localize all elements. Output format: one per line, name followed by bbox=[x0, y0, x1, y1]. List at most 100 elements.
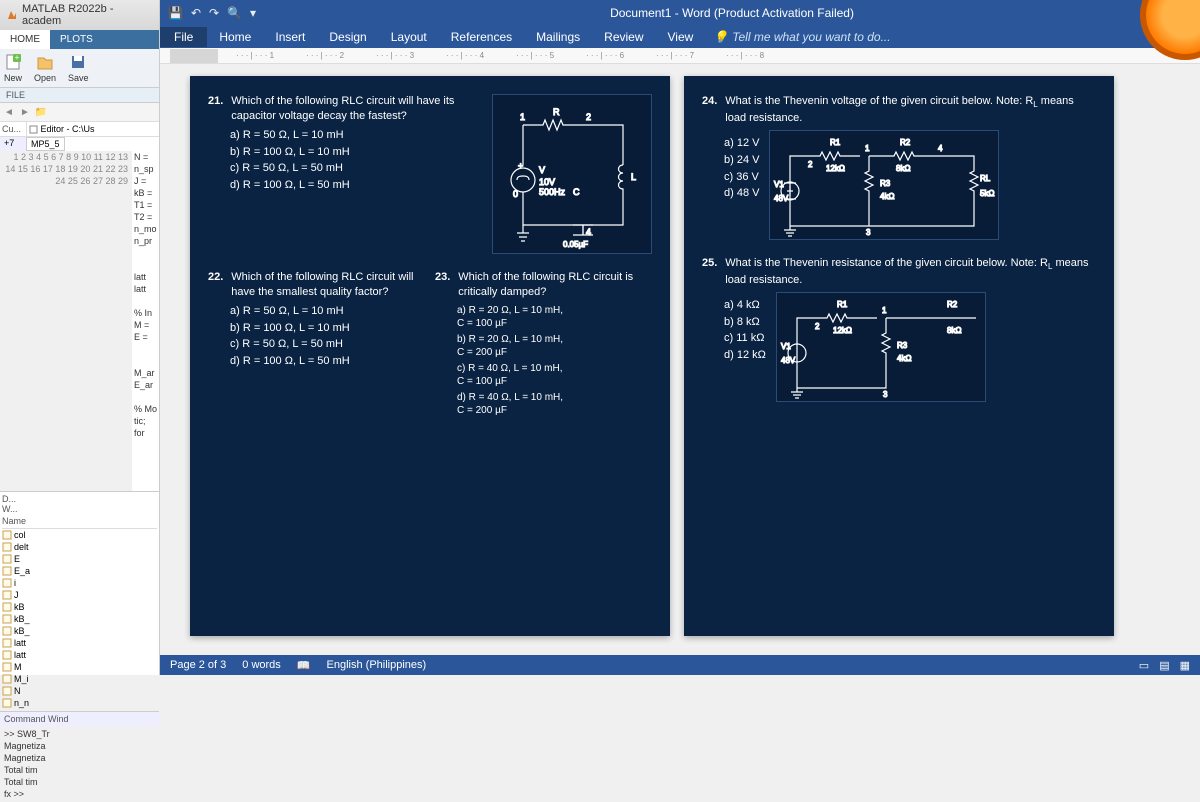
q21-num: 21. bbox=[208, 94, 223, 124]
ws-var[interactable]: E_a bbox=[2, 565, 157, 577]
matlab-window: MATLAB R2022b - academ HOME PLOTS +New O… bbox=[0, 0, 160, 675]
svg-text:R3: R3 bbox=[897, 341, 908, 350]
svg-text:1: 1 bbox=[865, 144, 870, 153]
q24-opt-b: b) 24 V bbox=[724, 153, 759, 168]
ws-var[interactable]: kB_ bbox=[2, 625, 157, 637]
tab-layout[interactable]: Layout bbox=[379, 27, 439, 47]
q23-opt-b: b) R = 20 Ω, L = 10 mH, C = 200 µF bbox=[457, 333, 652, 360]
tab-plots[interactable]: PLOTS bbox=[50, 30, 103, 49]
file-menu[interactable]: File bbox=[160, 27, 207, 47]
q23-opt-c: c) R = 40 Ω, L = 10 mH, C = 100 µF bbox=[457, 362, 652, 389]
status-bar: Page 2 of 3 0 words 📖 English (Philippin… bbox=[160, 655, 1200, 675]
question-21: 21. Which of the following RLC circuit wi… bbox=[208, 94, 652, 254]
qat-redo-icon[interactable]: ↷ bbox=[209, 6, 219, 20]
q24-opt-a: a) 12 V bbox=[724, 136, 759, 151]
fwd-icon[interactable]: ► bbox=[18, 105, 32, 119]
qat-preview-icon[interactable]: 🔍 bbox=[227, 6, 242, 20]
matlab-title-text: MATLAB R2022b - academ bbox=[22, 3, 153, 27]
document-area[interactable]: 21. Which of the following RLC circuit wi… bbox=[160, 64, 1200, 655]
tab-design[interactable]: Design bbox=[317, 27, 378, 47]
command-window[interactable]: Command Wind >> SW8_TrMagnetizaMagnetiza… bbox=[0, 711, 159, 802]
svg-text:12kΩ: 12kΩ bbox=[826, 164, 845, 173]
status-words[interactable]: 0 words bbox=[242, 659, 281, 671]
back-icon[interactable]: ◄ bbox=[2, 105, 16, 119]
qat-save-icon[interactable]: 💾 bbox=[168, 6, 183, 20]
q25-opt-d: d) 12 kΩ bbox=[724, 348, 766, 363]
q25-circuit: R1 12kΩ 1 R2 8kΩ R3 4kΩ bbox=[776, 292, 986, 402]
view-web-icon[interactable]: ▦ bbox=[1180, 659, 1190, 672]
w-panel[interactable]: W... bbox=[2, 504, 157, 514]
ws-var[interactable]: latt bbox=[2, 637, 157, 649]
q24-opt-c: c) 36 V bbox=[724, 170, 759, 185]
doc-icon bbox=[29, 125, 38, 134]
q25-opt-b: b) 8 kΩ bbox=[724, 315, 766, 330]
svg-text:R2: R2 bbox=[900, 138, 911, 147]
editor-area[interactable]: 1 2 3 4 5 6 7 8 9 10 11 12 13 14 15 16 1… bbox=[0, 151, 159, 491]
tab-home-word[interactable]: Home bbox=[207, 27, 263, 47]
svg-text:2: 2 bbox=[815, 322, 820, 331]
tab-home[interactable]: HOME bbox=[0, 30, 50, 49]
matlab-logo-icon bbox=[6, 9, 18, 21]
svg-text:RL: RL bbox=[980, 174, 991, 183]
svg-text:C: C bbox=[573, 187, 580, 197]
status-page[interactable]: Page 2 of 3 bbox=[170, 659, 226, 671]
ruler[interactable]: · · · | · · · 1· · · | · · · 2· · · | · … bbox=[160, 48, 1200, 64]
editor-plus: +7 bbox=[0, 137, 26, 151]
tab-mailings[interactable]: Mailings bbox=[524, 27, 592, 47]
status-lang[interactable]: English (Philippines) bbox=[327, 659, 427, 671]
tab-references[interactable]: References bbox=[439, 27, 524, 47]
ws-var[interactable]: n_n bbox=[2, 697, 157, 709]
tab-insert[interactable]: Insert bbox=[263, 27, 317, 47]
ws-var[interactable]: kB bbox=[2, 601, 157, 613]
quick-access-toolbar: 💾 ↶ ↷ 🔍 ▾ bbox=[160, 6, 264, 20]
qat-more-icon[interactable]: ▾ bbox=[250, 6, 256, 20]
svg-text:2: 2 bbox=[586, 112, 591, 122]
svg-text:4: 4 bbox=[938, 144, 943, 153]
ws-var[interactable]: col bbox=[2, 529, 157, 541]
svg-text:3: 3 bbox=[883, 390, 888, 399]
ws-var[interactable]: i bbox=[2, 577, 157, 589]
ws-var[interactable]: delt bbox=[2, 541, 157, 553]
cmd-title: Command Wind bbox=[0, 712, 159, 726]
q21-stem: Which of the following RLC circuit will … bbox=[231, 94, 482, 124]
q24-num: 24. bbox=[702, 94, 717, 126]
workspace-panel: D... W... Name coldeltEE_aiJkBkB_kB_latt… bbox=[0, 491, 159, 711]
q25-stem: What is the Thevenin resistance of the g… bbox=[725, 256, 1096, 288]
svg-text:1: 1 bbox=[882, 306, 887, 315]
ws-var[interactable]: latt bbox=[2, 649, 157, 661]
view-print-icon[interactable]: ▤ bbox=[1159, 659, 1169, 672]
folder-icon[interactable]: 📁 bbox=[34, 105, 48, 119]
word-window: 💾 ↶ ↷ 🔍 ▾ Document1 - Word (Product Acti… bbox=[160, 0, 1200, 675]
tab-review[interactable]: Review bbox=[592, 27, 655, 47]
svg-text:R3: R3 bbox=[880, 179, 891, 188]
q22-stem: Which of the following RLC circuit will … bbox=[231, 270, 425, 300]
ws-var[interactable]: E bbox=[2, 553, 157, 565]
svg-text:V1: V1 bbox=[774, 180, 784, 189]
svg-text:48V: 48V bbox=[774, 194, 789, 203]
open-button[interactable]: Open bbox=[34, 53, 56, 83]
ws-var[interactable]: N bbox=[2, 685, 157, 697]
svg-text:5kΩ: 5kΩ bbox=[980, 189, 994, 198]
q24-circuit: R1 12kΩ 1 R2 8kΩ 4 RL 5kΩ bbox=[769, 130, 999, 240]
status-proofing-icon[interactable]: 📖 bbox=[297, 659, 311, 672]
view-read-icon[interactable]: ▭ bbox=[1139, 659, 1149, 672]
ws-var[interactable]: M bbox=[2, 661, 157, 673]
question-24: 24. What is the Thevenin voltage of the … bbox=[702, 94, 1096, 240]
save-button[interactable]: Save bbox=[68, 53, 89, 83]
new-script-button[interactable]: +New bbox=[4, 53, 22, 83]
ws-var[interactable]: kB_ bbox=[2, 613, 157, 625]
svg-text:1: 1 bbox=[520, 112, 525, 122]
question-23: 23.Which of the following RLC circuit is… bbox=[435, 270, 652, 420]
prompt: fx >> bbox=[4, 788, 155, 800]
svg-text:+: + bbox=[15, 53, 20, 62]
svg-text:8kΩ: 8kΩ bbox=[896, 164, 910, 173]
tell-me-box[interactable]: 💡Tell me what you want to do... bbox=[713, 30, 890, 44]
matlab-toolstrip-tabs: HOME PLOTS bbox=[0, 30, 159, 49]
ws-var[interactable]: J bbox=[2, 589, 157, 601]
d-panel[interactable]: D... bbox=[2, 494, 16, 504]
qat-undo-icon[interactable]: ↶ bbox=[191, 6, 201, 20]
tab-view[interactable]: View bbox=[656, 27, 706, 47]
editor-file-tab[interactable]: MP5_5 bbox=[26, 137, 65, 151]
svg-text:0: 0 bbox=[513, 189, 518, 199]
editor-tab[interactable]: Editor - C:\Us bbox=[26, 122, 159, 136]
